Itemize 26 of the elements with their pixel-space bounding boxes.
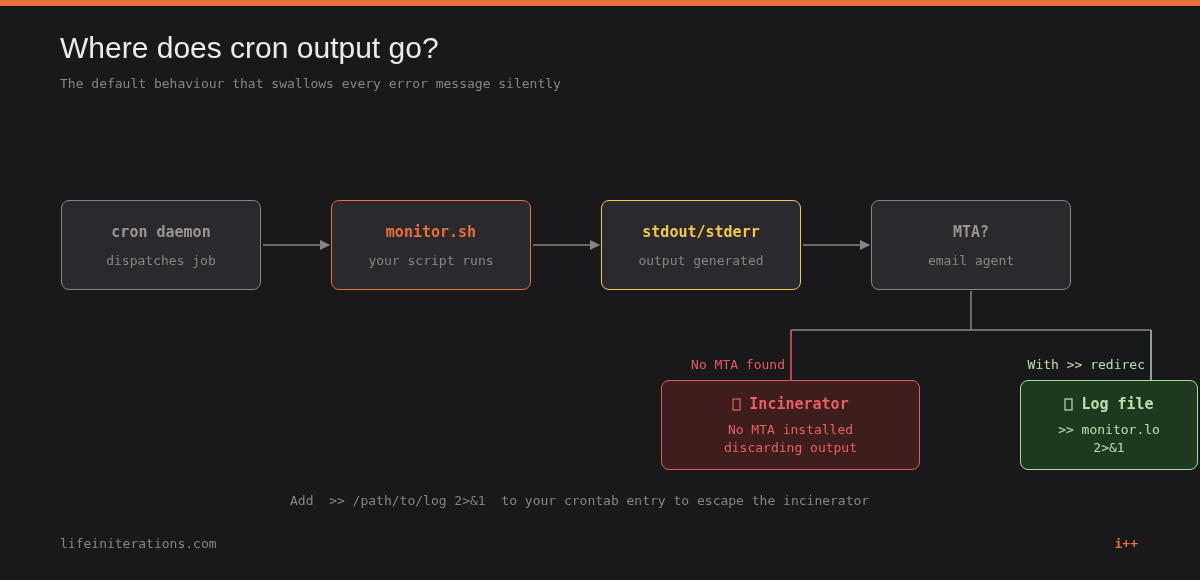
page-title: Where does cron output go? [60, 30, 440, 66]
page-subtitle: The default behaviour that swallows every error message silently [60, 76, 562, 91]
arrow [802, 240, 870, 250]
outcome-title: Log file [1081, 395, 1154, 413]
outcome-detail: 2>&1 [1093, 440, 1125, 455]
node-detail: email agent [927, 252, 1015, 268]
outcome-detail: discarding output [723, 440, 858, 455]
arrow [262, 240, 330, 250]
tip-text: Add >> /path/to/log 2>&1 to your crontab entry to escape the incinerator [290, 493, 871, 508]
outcome-detail: No MTA installed [727, 422, 854, 437]
node-detail: output generated [638, 252, 764, 268]
node-title: MTA? [952, 222, 990, 241]
box-icon [1064, 397, 1074, 411]
branch-label: No MTA found [691, 357, 785, 372]
node-title: cron daemon [111, 222, 211, 241]
node-detail: dispatches job [106, 252, 216, 268]
node-title: stdout/stderr [642, 222, 760, 241]
box-icon [732, 397, 742, 411]
outcome-title: Incinerator [749, 395, 849, 413]
site-link[interactable]: lifeiniterations.com [60, 536, 217, 551]
branch-label: With >> redirec [1027, 357, 1145, 372]
arrow [532, 240, 600, 250]
node-detail: your script runs [368, 252, 494, 268]
logo: i++ [1114, 536, 1138, 551]
node-title: monitor.sh [385, 222, 477, 241]
outcome-detail: >> monitor.lo [1058, 422, 1160, 437]
